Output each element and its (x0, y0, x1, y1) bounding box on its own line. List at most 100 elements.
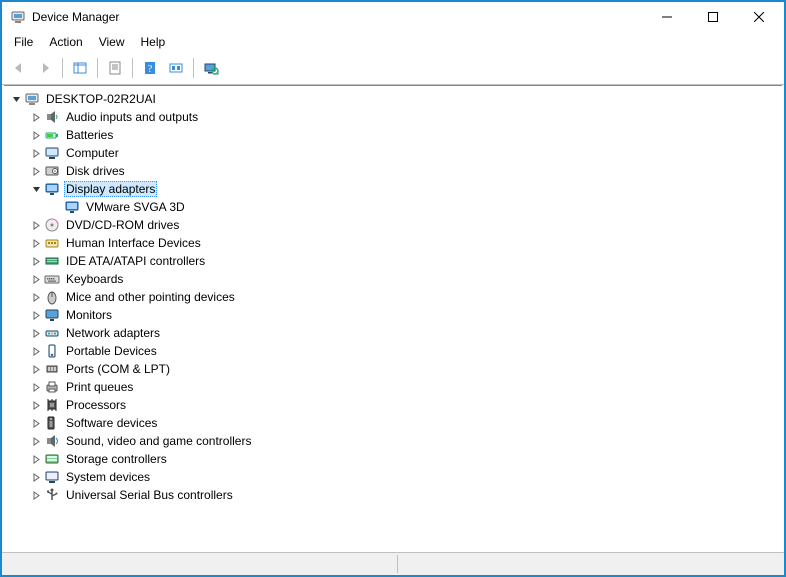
tree-row[interactable]: Portable Devices (28, 342, 782, 360)
tree-row[interactable]: Network adapters (28, 324, 782, 342)
device-manager-window: Device Manager File Action View Help (0, 0, 786, 577)
expand-icon[interactable] (28, 289, 44, 305)
close-button[interactable] (736, 2, 782, 32)
help-button[interactable]: ? (137, 55, 163, 81)
forward-button[interactable] (32, 55, 58, 81)
expand-icon[interactable] (28, 127, 44, 143)
expand-icon[interactable] (28, 469, 44, 485)
expand-icon[interactable] (28, 325, 44, 341)
expand-icon[interactable] (28, 433, 44, 449)
scan-hardware-button[interactable] (163, 55, 189, 81)
tree-label: Universal Serial Bus controllers (64, 487, 235, 503)
tree-row[interactable]: Processors (28, 396, 782, 414)
tree-row[interactable]: Audio inputs and outputs (28, 108, 782, 126)
expand-icon[interactable] (28, 415, 44, 431)
expand-icon[interactable] (28, 361, 44, 377)
audio-icon (44, 109, 60, 125)
menu-view[interactable]: View (91, 33, 133, 51)
tree-node-root: DESKTOP-02R2UAIAudio inputs and outputsB… (8, 90, 782, 504)
tree-label: Network adapters (64, 325, 162, 341)
tree-node: VMware SVGA 3D (48, 198, 782, 216)
tree-node: Human Interface Devices (28, 234, 782, 252)
tree-node: Keyboards (28, 270, 782, 288)
tree-label: Batteries (64, 127, 115, 143)
menu-help[interactable]: Help (133, 33, 174, 51)
tree-row[interactable]: System devices (28, 468, 782, 486)
tree-node: Batteries (28, 126, 782, 144)
expand-icon[interactable] (28, 253, 44, 269)
expand-icon[interactable] (28, 307, 44, 323)
tree-label: System devices (64, 469, 152, 485)
tree-row[interactable]: Batteries (28, 126, 782, 144)
tree-row[interactable]: IDE ATA/ATAPI controllers (28, 252, 782, 270)
tree-node: IDE ATA/ATAPI controllers (28, 252, 782, 270)
back-button[interactable] (6, 55, 32, 81)
tree-row[interactable]: Monitors (28, 306, 782, 324)
tree-label: IDE ATA/ATAPI controllers (64, 253, 207, 269)
tree-row[interactable]: Mice and other pointing devices (28, 288, 782, 306)
expand-icon[interactable] (28, 271, 44, 287)
expand-icon[interactable] (28, 145, 44, 161)
tree-label: Keyboards (64, 271, 125, 287)
tree-node: Sound, video and game controllers (28, 432, 782, 450)
tree-label: Mice and other pointing devices (64, 289, 237, 305)
network-icon (44, 325, 60, 341)
tree-row[interactable]: Disk drives (28, 162, 782, 180)
tree-row[interactable]: Print queues (28, 378, 782, 396)
sound-icon (44, 433, 60, 449)
tree-label: VMware SVGA 3D (84, 199, 187, 215)
tree-row[interactable]: Display adapters (28, 180, 782, 198)
menu-file[interactable]: File (6, 33, 41, 51)
minimize-button[interactable] (644, 2, 690, 32)
titlebar: Device Manager (2, 2, 784, 32)
expand-icon[interactable] (28, 397, 44, 413)
tree-row[interactable]: Ports (COM & LPT) (28, 360, 782, 378)
tree-row[interactable]: Computer (28, 144, 782, 162)
software-icon (44, 415, 60, 431)
properties-button[interactable] (102, 55, 128, 81)
expander-spacer (48, 199, 64, 215)
collapse-icon[interactable] (8, 91, 24, 107)
battery-icon (44, 127, 60, 143)
keyboard-icon (44, 271, 60, 287)
tree-label: Processors (64, 397, 128, 413)
expand-icon[interactable] (28, 109, 44, 125)
ide-icon (44, 253, 60, 269)
tree-row[interactable]: Storage controllers (28, 450, 782, 468)
expand-icon[interactable] (28, 343, 44, 359)
tree-row[interactable]: DVD/CD-ROM drives (28, 216, 782, 234)
tree-label: Ports (COM & LPT) (64, 361, 172, 377)
monitor-icon (44, 307, 60, 323)
tree-node: Universal Serial Bus controllers (28, 486, 782, 504)
view-devices-button[interactable] (198, 55, 224, 81)
hid-icon (44, 235, 60, 251)
tree-row[interactable]: VMware SVGA 3D (48, 198, 782, 216)
tree-row[interactable]: Universal Serial Bus controllers (28, 486, 782, 504)
collapse-icon[interactable] (28, 181, 44, 197)
usb-icon (44, 487, 60, 503)
expand-icon[interactable] (28, 487, 44, 503)
expand-icon[interactable] (28, 451, 44, 467)
show-hide-tree-button[interactable] (67, 55, 93, 81)
device-tree-panel[interactable]: DESKTOP-02R2UAIAudio inputs and outputsB… (4, 85, 782, 552)
expand-icon[interactable] (28, 379, 44, 395)
tree-children: Audio inputs and outputsBatteriesCompute… (8, 108, 782, 504)
tree-node: Computer (28, 144, 782, 162)
menu-action[interactable]: Action (41, 33, 90, 51)
tree-row[interactable]: Human Interface Devices (28, 234, 782, 252)
tree-node: Ports (COM & LPT) (28, 360, 782, 378)
app-icon (10, 9, 26, 25)
maximize-button[interactable] (690, 2, 736, 32)
expand-icon[interactable] (28, 163, 44, 179)
tree-row[interactable]: DESKTOP-02R2UAI (8, 90, 782, 108)
window-title: Device Manager (32, 10, 119, 24)
expand-icon[interactable] (28, 217, 44, 233)
computer-icon (44, 145, 60, 161)
system-icon (44, 469, 60, 485)
tree-row[interactable]: Software devices (28, 414, 782, 432)
tree-label: Human Interface Devices (64, 235, 203, 251)
tree-row[interactable]: Keyboards (28, 270, 782, 288)
tree-row[interactable]: Sound, video and game controllers (28, 432, 782, 450)
expand-icon[interactable] (28, 235, 44, 251)
tree-node: Mice and other pointing devices (28, 288, 782, 306)
